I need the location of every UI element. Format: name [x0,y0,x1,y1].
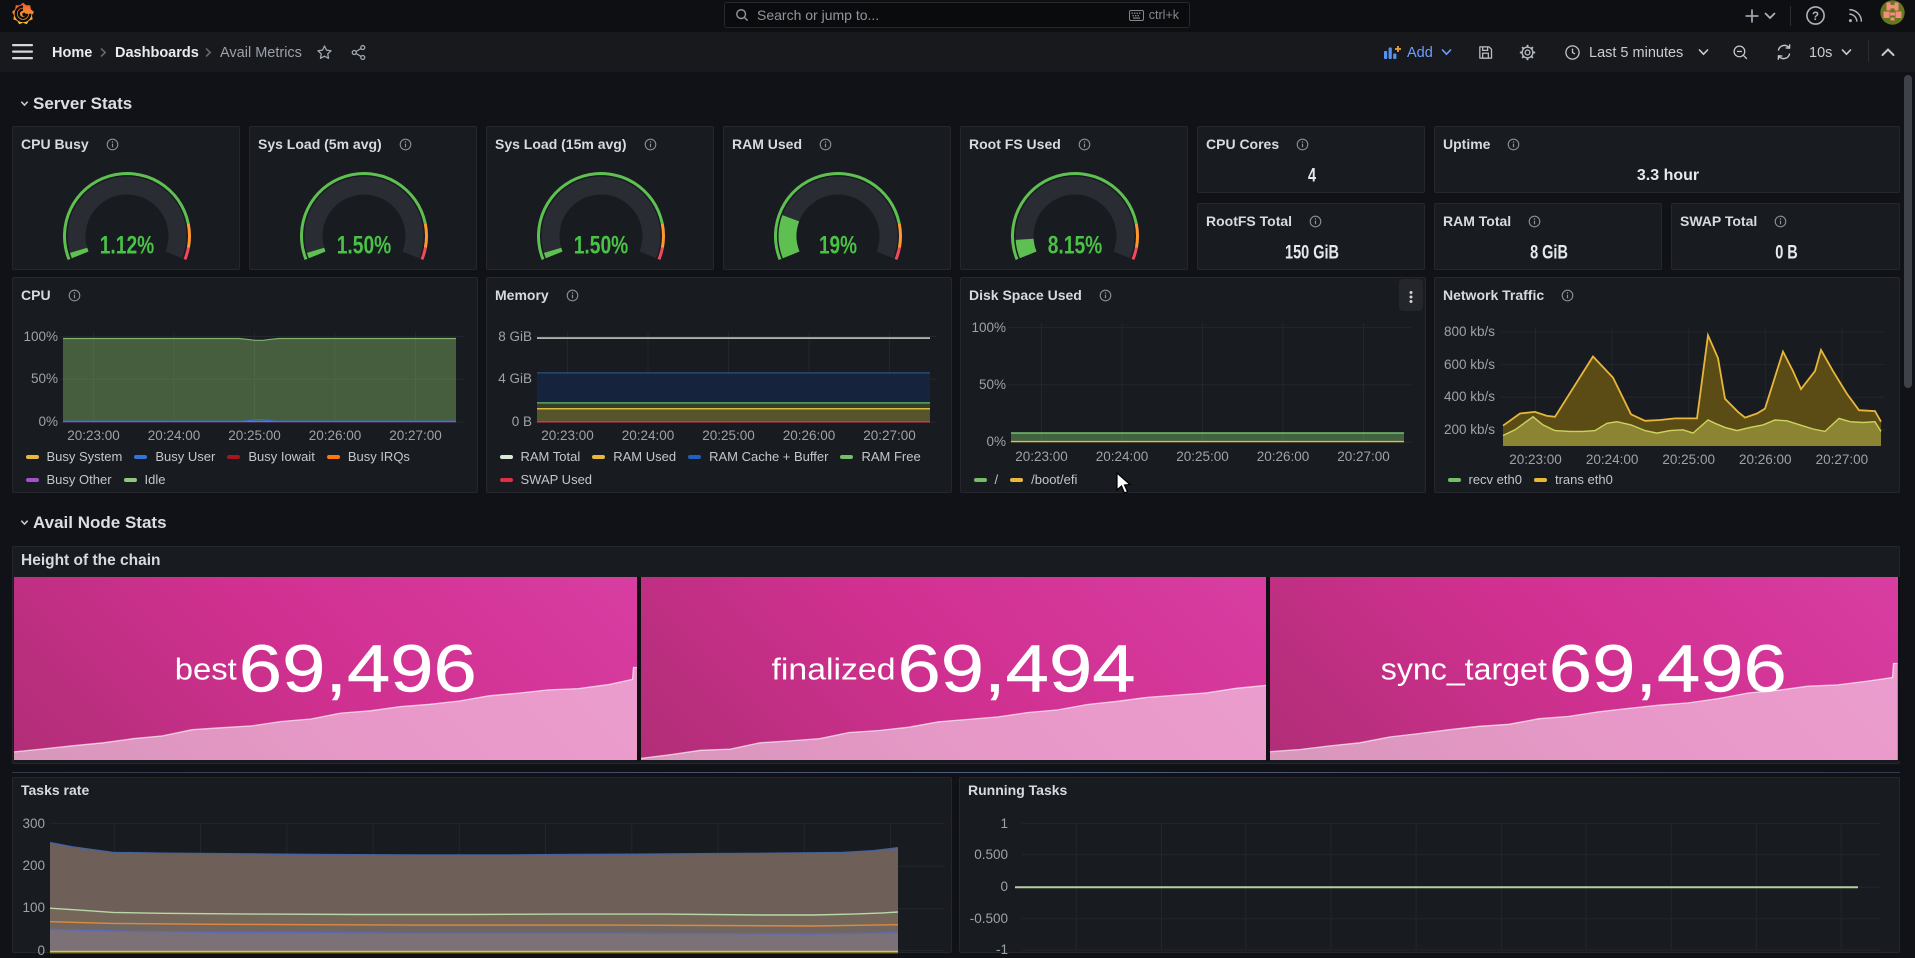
svg-text:19%: 19% [819,231,857,259]
svg-text:1.50%: 1.50% [574,231,629,259]
svg-text:8.15%: 8.15% [1048,231,1103,259]
svg-text:best: best [174,651,236,686]
svg-text:sync_target: sync_target [1381,651,1547,686]
svg-text:1.50%: 1.50% [337,231,392,259]
svg-text:1.12%: 1.12% [100,231,155,259]
svg-text:69,494: 69,494 [898,631,1136,706]
svg-text:69,496: 69,496 [1549,631,1787,706]
svg-text:69,496: 69,496 [238,631,476,706]
svg-text:finalized: finalized [772,651,896,686]
svg-text:?: ? [1812,11,1819,23]
